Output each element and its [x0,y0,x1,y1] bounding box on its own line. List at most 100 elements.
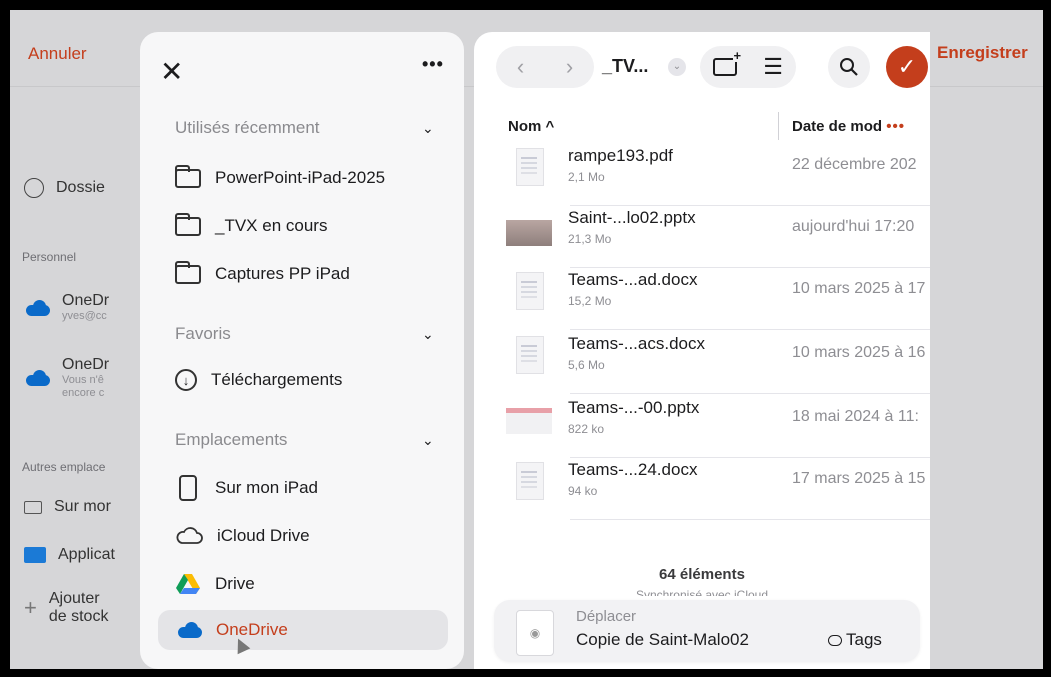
list-view-icon[interactable]: ☰ [763,54,783,80]
file-name: rampe193.pdf [568,146,673,165]
folder-blue-icon [24,547,46,563]
screen: Annuler Enregistrer Dossie Personnel One… [10,10,1043,669]
back-chevron-icon[interactable]: ‹ [517,54,524,80]
search-icon[interactable] [828,46,870,88]
bg-add-storage-line2: de stock [48,608,109,625]
chevron-down-icon[interactable]: ⌄ [422,326,434,343]
clock-icon [24,178,44,198]
navigation-buttons: ‹ › [496,46,594,88]
toolbar: ‹ › _TV... ⌄ ☰ ✓ [474,46,930,90]
file-list-pane: ‹ › _TV... ⌄ ☰ ✓ Nom ^ Date de mod ••• r… [474,32,930,669]
sync-status: Synchronisé avec iCloud [635,588,769,596]
sidebar-item-tvx-en-cours[interactable]: _TVX en cours [175,206,327,246]
file-name: Teams-...24.docx [568,460,698,479]
new-folder-icon[interactable] [713,50,742,76]
file-name-field[interactable]: Copie de Saint-Malo02 [576,630,749,650]
sidebar-item-onedrive[interactable]: OneDrive [158,610,448,650]
column-header-date-label: Date de mod [792,118,883,135]
row-divider [570,267,930,268]
file-date: 17 mars 2025 à 15 [792,470,926,487]
google-drive-icon [175,573,201,595]
close-icon[interactable]: ✕ [160,58,183,86]
current-folder-title[interactable]: _TV... [602,56,648,77]
file-preview-icon: ◉ [516,610,554,656]
bg-onedrive-personal[interactable]: OneDr yves@cc [24,292,109,323]
sidebar-item-label: Téléchargements [211,370,343,389]
sidebar-item-icloud-drive[interactable]: iCloud Drive [175,516,310,556]
row-divider [570,519,930,520]
document-thumbnail [506,462,552,510]
bg-add-storage[interactable]: + Ajouter de stock [24,590,108,626]
bg-on-ipad[interactable]: Sur mor [24,498,111,516]
bg-applications-label: Applicat [58,546,115,563]
done-checkmark-button[interactable]: ✓ [886,46,928,88]
file-size: 21,3 Mo [568,232,612,246]
file-name: Saint-...lo02.pptx [568,208,696,227]
bg-applications[interactable]: Applicat [24,546,115,564]
column-header-date[interactable]: Date de mod ••• [792,118,905,135]
chevron-down-icon[interactable]: ⌄ [422,120,434,137]
file-row[interactable]: rampe193.pdf 2,1 Mo 22 décembre 202 [506,146,930,206]
tag-icon [828,634,842,646]
sidebar-item-google-drive[interactable]: Drive [175,564,255,604]
file-date: 10 mars 2025 à 16 [792,344,926,361]
slide-thumbnail [506,400,552,448]
sidebar-item-captures-pp-ipad[interactable]: Captures PP iPad [175,254,350,294]
sidebar-item-downloads[interactable]: ↓ Téléchargements [175,360,342,400]
file-size: 822 ko [568,422,605,436]
locations-section-title[interactable]: Emplacements [175,430,287,450]
file-date: 18 mai 2024 à 11: [792,408,919,425]
column-more-icon[interactable]: ••• [886,118,905,135]
slide-thumbnail [506,210,552,258]
sidebar-item-powerpoint-ipad-2025[interactable]: PowerPoint-iPad-2025 [175,158,385,198]
action-label: Déplacer [576,608,637,625]
ipad-icon [179,475,197,501]
path-menu-chevron-icon[interactable]: ⌄ [668,58,686,76]
file-date: aujourd'hui 17:20 [792,218,915,235]
file-date: 10 mars 2025 à 17 [792,280,926,297]
bg-add-storage-line1: Ajouter [48,590,100,607]
sidebar-item-on-my-ipad[interactable]: Sur mon iPad [175,468,318,508]
onedrive-cloud-icon [24,299,50,316]
file-size: 2,1 Mo [568,170,605,184]
column-divider[interactable] [778,112,779,140]
bg-recent-folders[interactable]: Dossie [24,178,105,198]
sidebar-item-label: Sur mon iPad [215,478,318,497]
save-button[interactable]: Enregistrer [937,43,1028,63]
file-row[interactable]: Teams-...ad.docx 15,2 Mo 10 mars 2025 à … [506,270,930,330]
save-destination-bar: ◉ Déplacer Copie de Saint-Malo02 Tags [494,600,920,662]
document-thumbnail [506,336,552,384]
file-row[interactable]: Teams-...24.docx 94 ko 17 mars 2025 à 15 [506,460,930,520]
file-name: Teams-...-00.pptx [568,398,700,417]
file-browser-sidebar: ✕ ••• Utilisés récemment ⌄ PowerPoint-iP… [140,32,464,669]
column-header-name[interactable]: Nom ^ [508,118,554,135]
file-size: 15,2 Mo [568,294,612,308]
bg-onedrive1-account: yves@cc [62,310,107,322]
cancel-button[interactable]: Annuler [28,44,87,64]
file-row[interactable]: Teams-...-00.pptx 822 ko 18 mai 2024 à 1… [506,398,930,458]
file-row[interactable]: Saint-...lo02.pptx 21,3 Mo aujourd'hui 1… [506,208,930,268]
sidebar-item-label: Drive [215,574,255,593]
bg-onedrive-business[interactable]: OneDr Vous n'ê encore c [24,356,109,400]
file-name: Teams-...acs.docx [568,334,705,353]
plus-icon: + [24,595,37,620]
bg-on-ipad-label: Sur mor [54,498,111,515]
row-divider [570,329,930,330]
chevron-down-icon[interactable]: ⌄ [422,432,434,449]
file-size: 94 ko [568,484,598,498]
sidebar-item-label: PowerPoint-iPad-2025 [215,168,386,187]
more-options-icon[interactable]: ••• [422,54,444,75]
folder-icon [175,164,201,188]
file-name: Teams-...ad.docx [568,270,698,289]
bg-onedrive2-note-2: encore c [62,387,105,399]
ipad-landscape-icon [24,500,42,514]
favorites-section-title[interactable]: Favoris [175,324,231,344]
icloud-icon [175,527,203,545]
item-count: 64 éléments [659,566,745,583]
row-divider [570,393,930,394]
document-thumbnail [506,148,552,196]
file-row[interactable]: Teams-...acs.docx 5,6 Mo 10 mars 2025 à … [506,334,930,394]
forward-chevron-icon[interactable]: › [566,54,573,80]
recent-section-title[interactable]: Utilisés récemment [175,118,320,138]
tags-button[interactable]: Tags [828,630,882,650]
